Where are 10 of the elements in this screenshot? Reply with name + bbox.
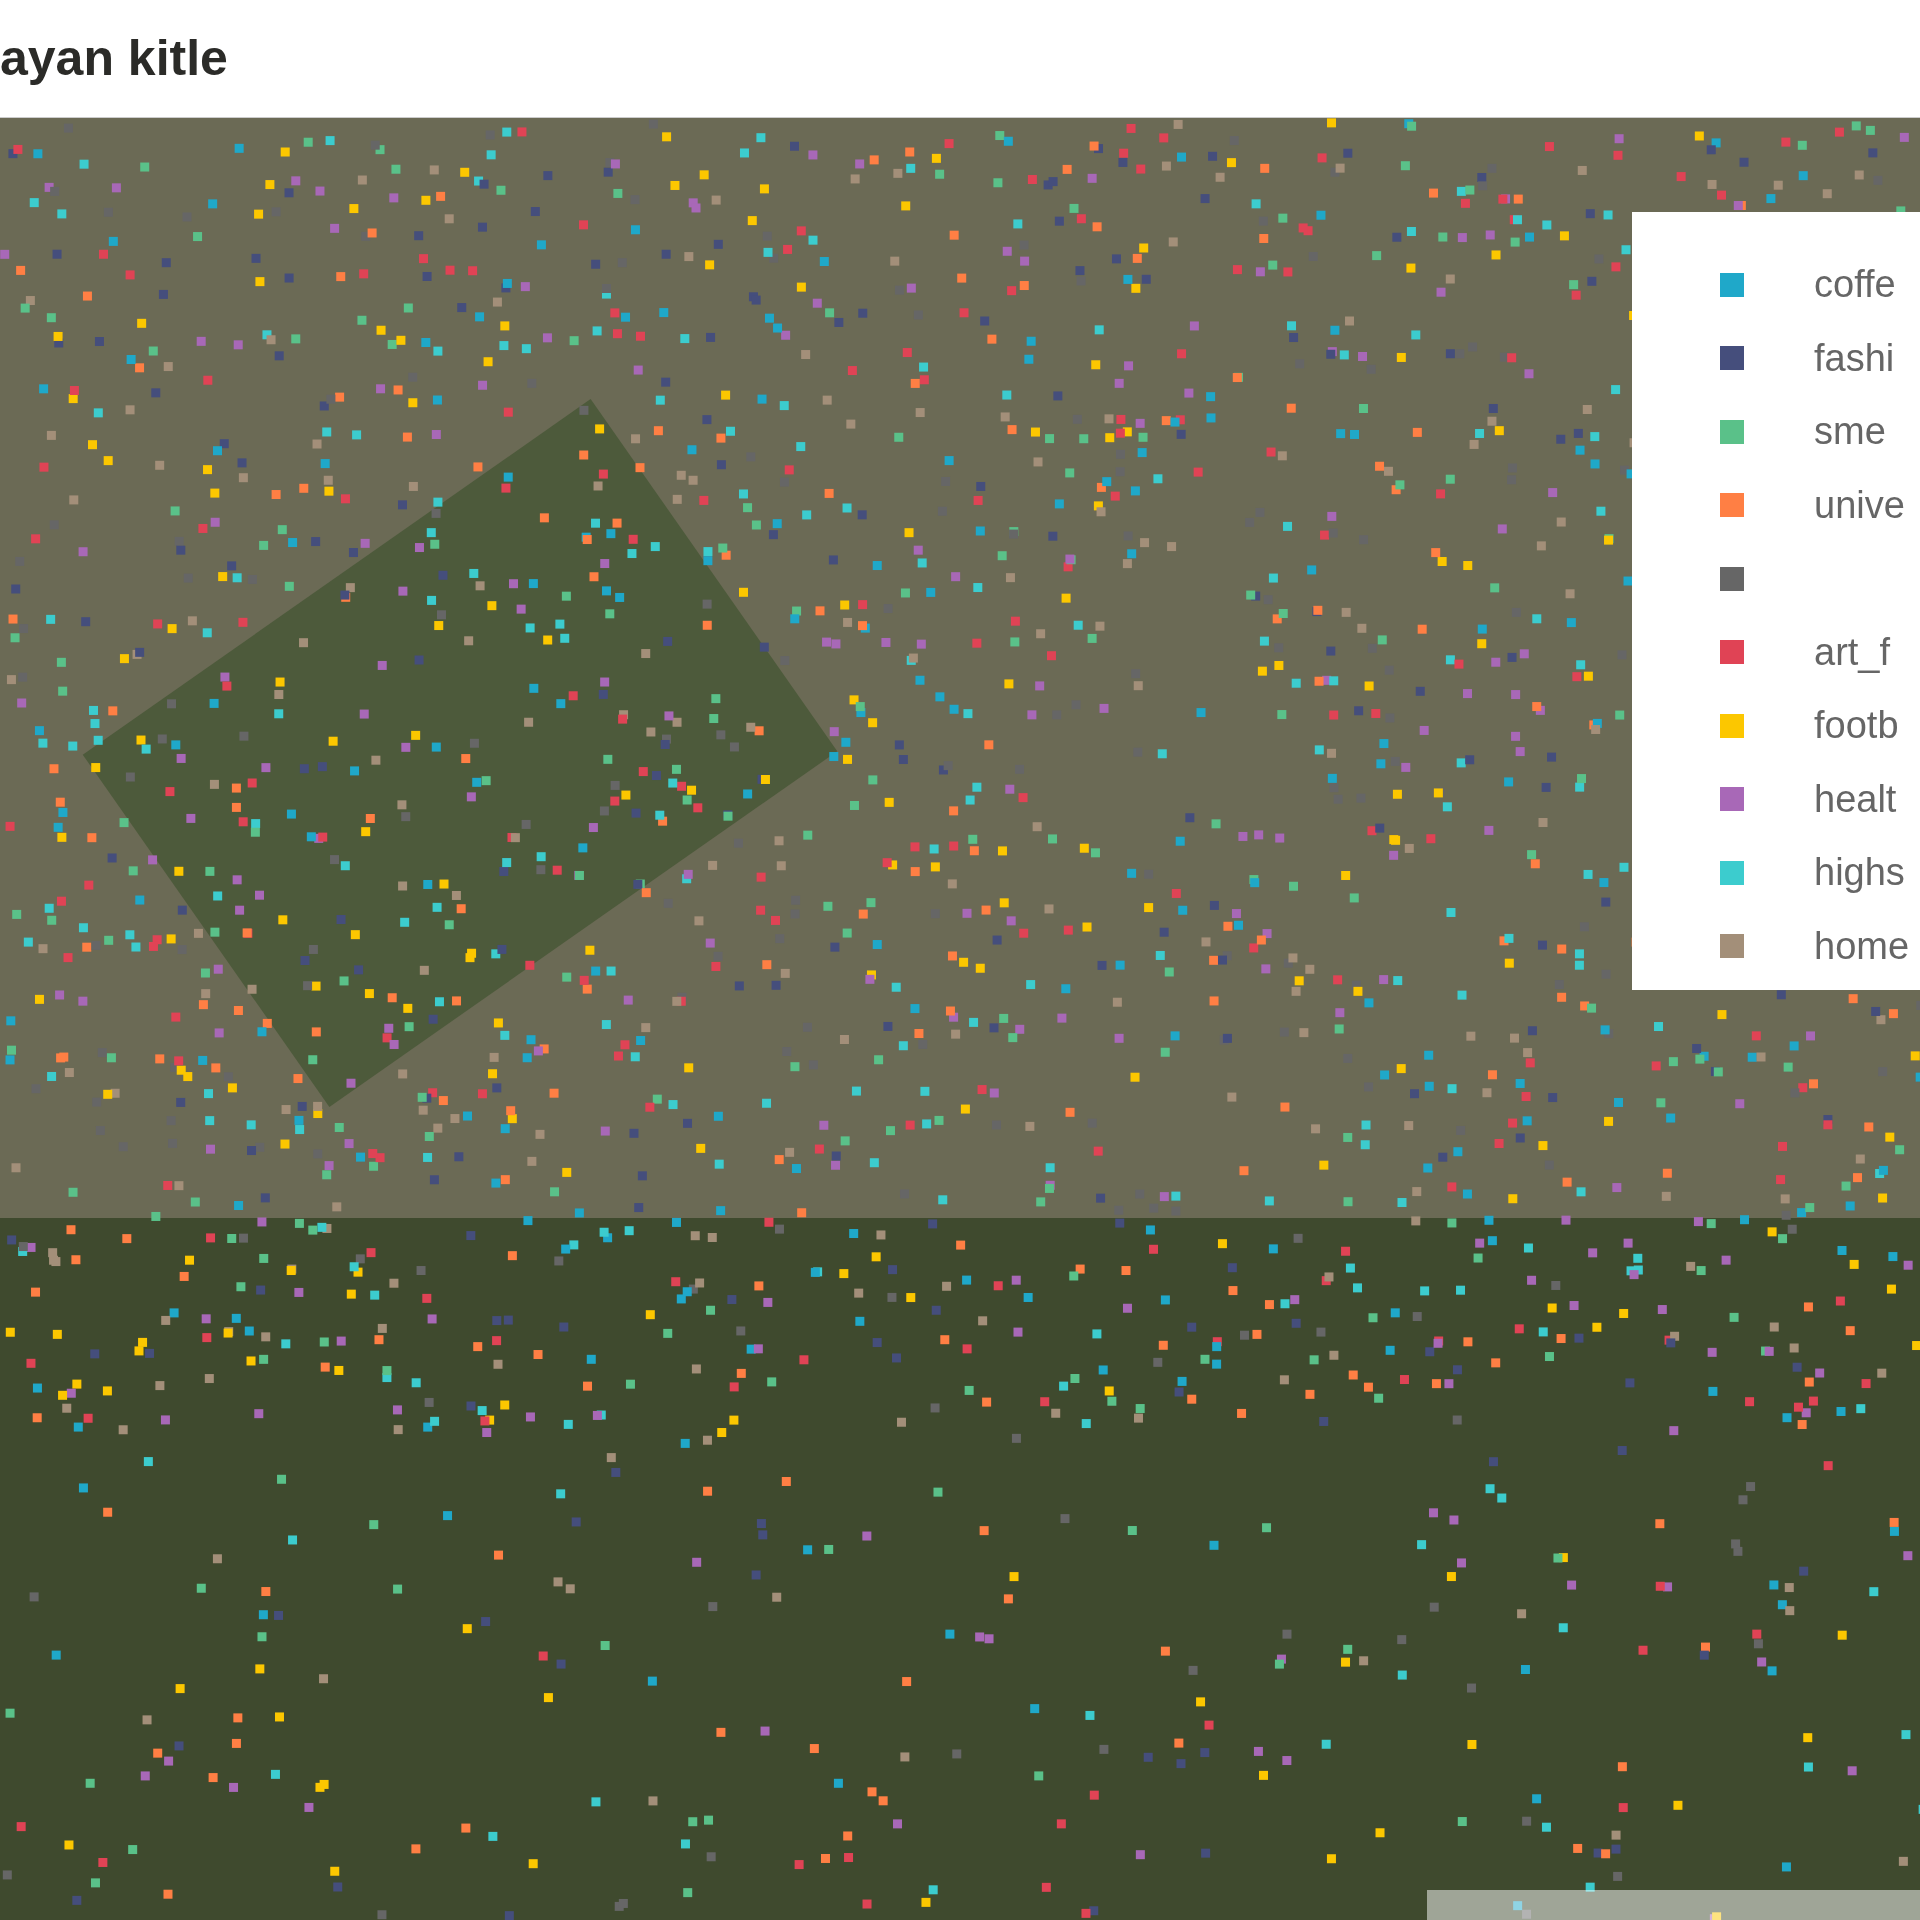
legend-label[interactable]: fashi [1814, 329, 1895, 387]
legend-label[interactable]: unive [1814, 476, 1905, 534]
legend-label[interactable]: footb [1814, 697, 1899, 755]
legend-label[interactable]: healt [1814, 770, 1897, 828]
page-title: ayan kitle [0, 29, 228, 88]
legend-label[interactable]: coffe [1814, 256, 1896, 314]
legend-label[interactable]: sme [1814, 403, 1886, 461]
legend-label[interactable]: art_f [1814, 623, 1891, 681]
legend-label[interactable]: home [1814, 917, 1910, 975]
legend-label[interactable]: highs [1814, 844, 1905, 902]
